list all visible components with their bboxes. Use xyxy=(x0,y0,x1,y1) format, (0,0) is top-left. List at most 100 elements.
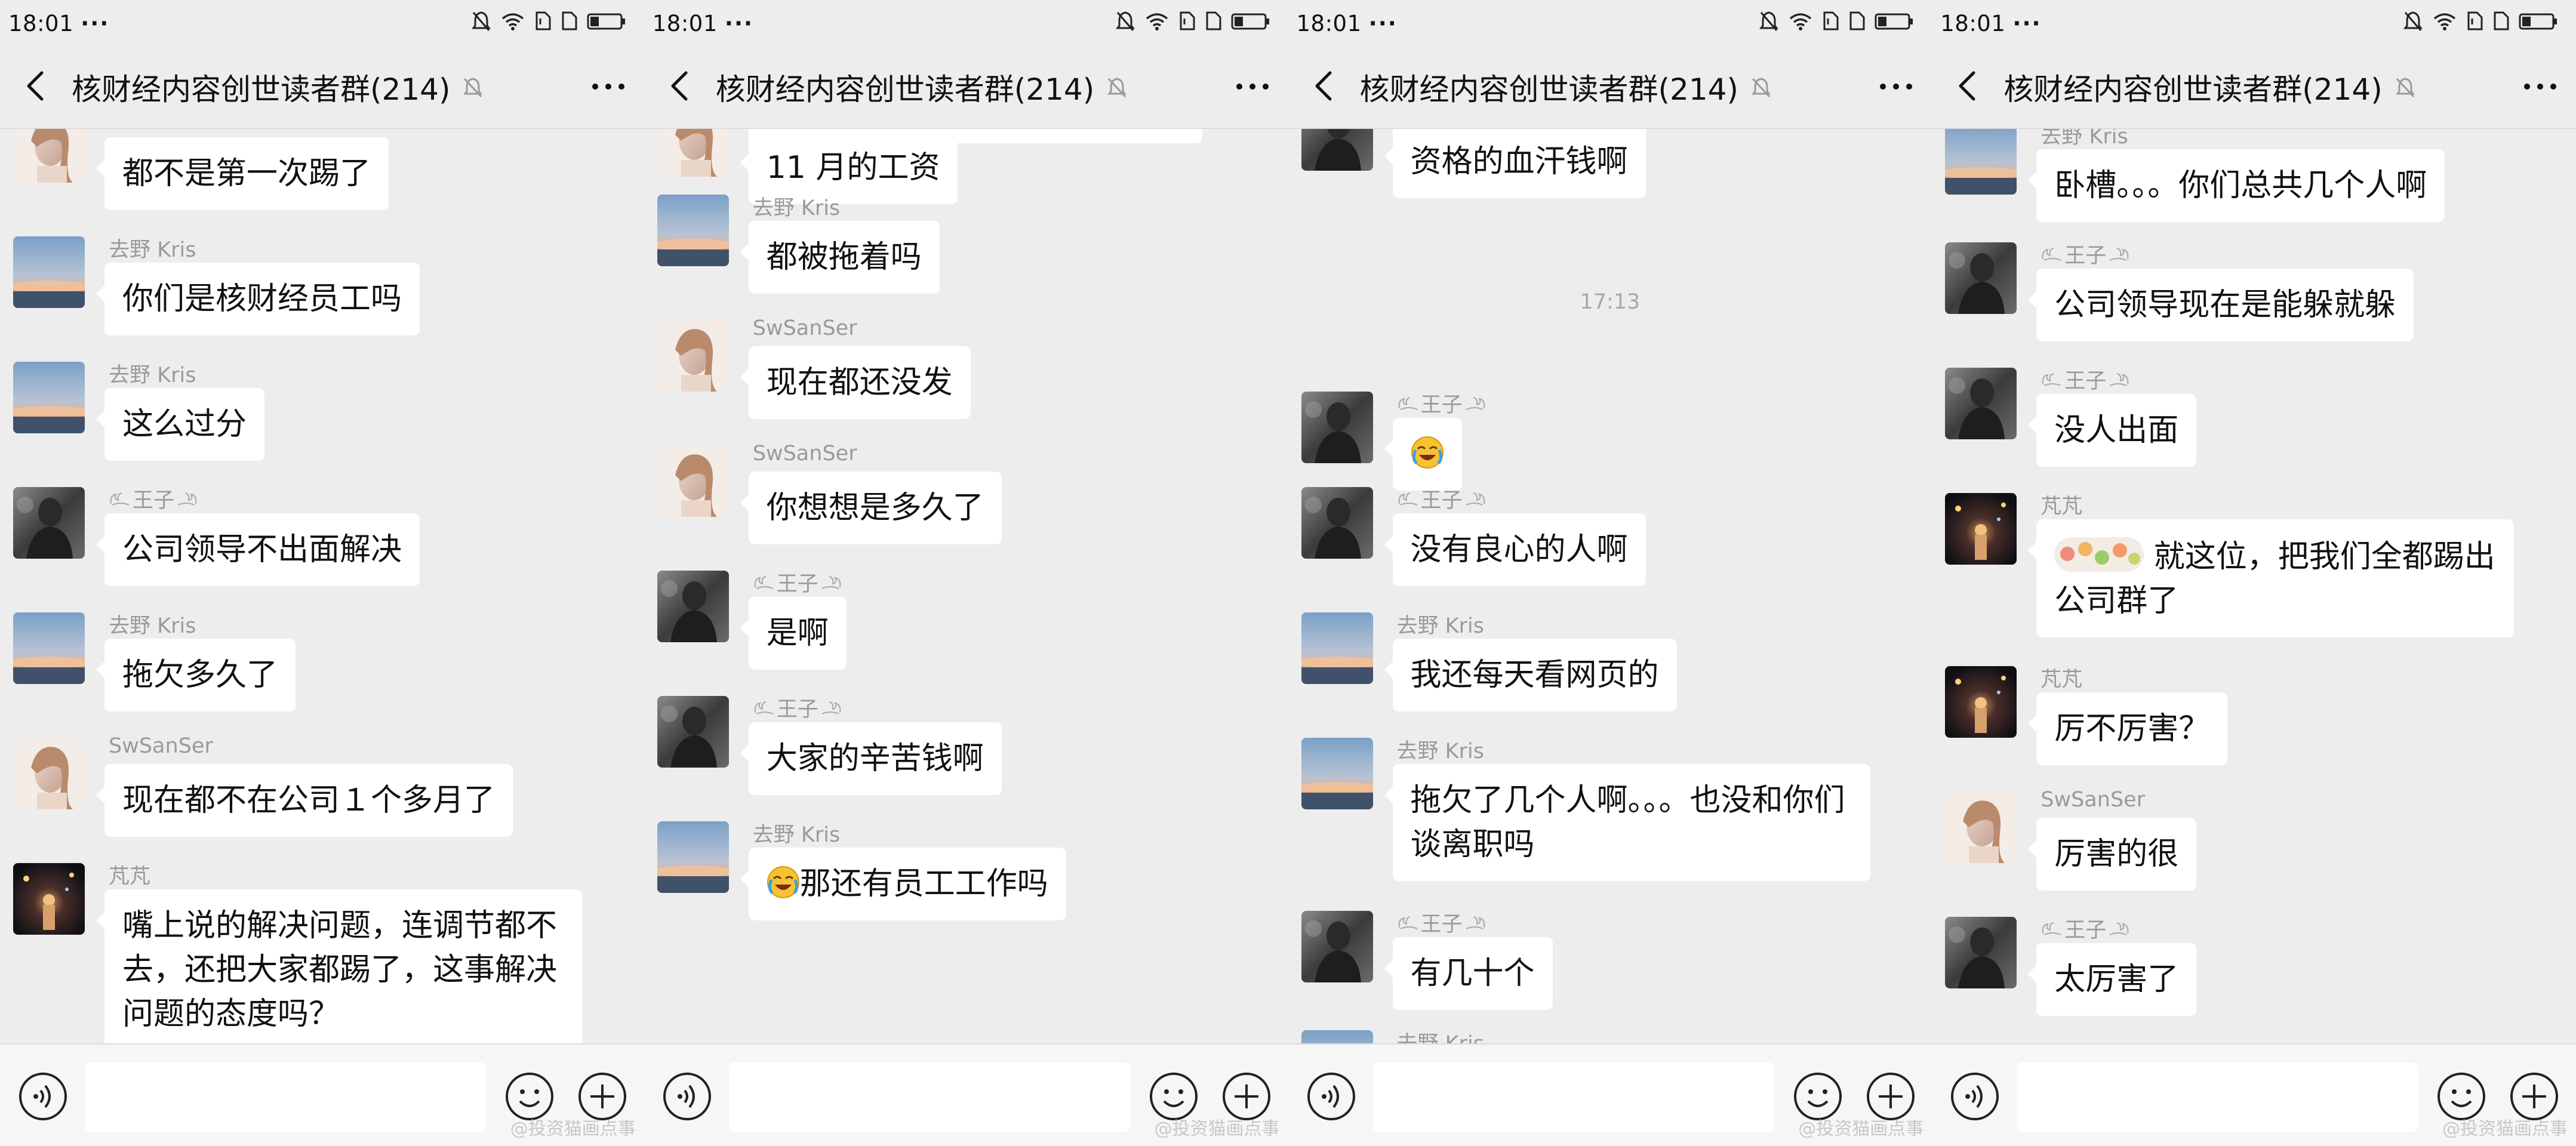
status-dots: ··· xyxy=(81,10,110,36)
message-bubble[interactable]: 是啊 xyxy=(740,597,847,670)
message-bubble[interactable]: 现在都不在公司１个多月了 xyxy=(96,764,513,837)
message-bubble[interactable]: 没人出面 xyxy=(2028,394,2197,467)
message-bubble[interactable]: 厉不厉害？ xyxy=(2028,692,2228,765)
sender-name: 王子 xyxy=(1397,483,1486,514)
message-bubble[interactable]: 拖欠多久了 xyxy=(96,639,296,711)
avatar[interactable] xyxy=(657,320,729,392)
message-text: 没有良心的人啊 xyxy=(1410,532,1628,568)
message-bubble[interactable]: 这么过分 xyxy=(96,388,265,461)
message-bubble[interactable]: 大家的辛苦钱啊 xyxy=(740,722,1002,795)
avatar[interactable] xyxy=(1945,129,2017,195)
message-bubble[interactable] xyxy=(1384,418,1462,491)
message-bubble[interactable]: 公司领导现在是能躲就躲 xyxy=(2028,269,2414,341)
avatar[interactable] xyxy=(1945,368,2017,439)
sender-name-text: 王子 xyxy=(1420,489,1463,513)
more-dots-icon xyxy=(1878,82,1914,93)
avatar[interactable] xyxy=(1301,612,1373,684)
message-bubble[interactable]: 就这位，把我们全都踢出公司群了 xyxy=(2028,519,2515,637)
avatar[interactable] xyxy=(657,129,729,177)
muted-bell-icon xyxy=(1749,75,1773,99)
message-text: 厉不厉害？ xyxy=(2054,711,2210,747)
voice-button[interactable] xyxy=(662,1071,712,1122)
message-input[interactable] xyxy=(1372,1062,1774,1132)
wifi-icon xyxy=(1789,11,1812,36)
message-input[interactable] xyxy=(728,1062,1130,1132)
avatar[interactable] xyxy=(1301,911,1373,982)
message-bubble[interactable]: 你想想是多久了 xyxy=(740,472,1002,544)
avatar[interactable] xyxy=(1945,493,2017,565)
voice-button[interactable] xyxy=(1306,1071,1356,1122)
message-bubble[interactable]: 太厉害了 xyxy=(2028,943,2197,1016)
avatar[interactable] xyxy=(657,696,729,768)
avatar[interactable] xyxy=(1945,791,2017,863)
voice-button[interactable] xyxy=(18,1071,68,1122)
more-button[interactable] xyxy=(1217,46,1288,128)
wifi-icon xyxy=(2433,11,2457,36)
message-bubble[interactable]: 都被拖着吗 xyxy=(740,221,940,294)
message-timestamp: 17:13 xyxy=(1580,290,1641,314)
back-button[interactable] xyxy=(1288,46,1360,128)
message-text: 嘴上说的解决问题，连调节都不去，还把大家都踢了，这事解决问题的态度吗？ xyxy=(122,908,558,1032)
avatar[interactable] xyxy=(13,738,85,809)
message-bubble[interactable]: 厉害的很 xyxy=(2028,818,2197,891)
avatar[interactable] xyxy=(13,236,85,308)
message-bubble[interactable]: 嘴上说的解决问题，连调节都不去，还把大家都踢了，这事解决问题的态度吗？ xyxy=(96,889,582,1045)
avatar[interactable] xyxy=(1301,738,1373,809)
avatar[interactable] xyxy=(657,821,729,893)
message-text: 都不是第一次踢了 xyxy=(122,156,371,192)
avatar[interactable] xyxy=(1301,129,1373,171)
message-text: 太厉害了 xyxy=(2054,962,2179,997)
sim-icon xyxy=(1822,10,1839,37)
more-button[interactable] xyxy=(1860,46,1932,128)
wifi-icon xyxy=(1145,11,1169,36)
avatar[interactable] xyxy=(1301,392,1373,463)
message-bubble[interactable]: 那还有员工工作吗 xyxy=(740,848,1066,920)
back-button[interactable] xyxy=(644,46,716,128)
clock: 18:01 xyxy=(8,10,74,36)
more-button[interactable] xyxy=(2504,46,2576,128)
status-dots: ··· xyxy=(724,10,754,36)
avatar[interactable] xyxy=(13,129,85,183)
message-bubble[interactable]: 都不是第一次踢了 xyxy=(96,137,389,210)
crying-laughing-icon xyxy=(767,865,800,899)
back-button[interactable] xyxy=(1932,46,2003,128)
chat-panel-1: 18:01 ··· 核财经内容创世读者群(214) 都不是第一次踢了 去野 Kris 你… xyxy=(0,0,644,1146)
watermark: @投资猫画点事 xyxy=(1798,1119,1924,1139)
back-button[interactable] xyxy=(0,46,72,128)
avatar[interactable] xyxy=(13,362,85,433)
message-input[interactable] xyxy=(85,1062,486,1132)
status-icons xyxy=(1759,10,1914,37)
voice-icon xyxy=(1950,1073,2000,1124)
avatar[interactable] xyxy=(657,195,729,266)
voice-button[interactable] xyxy=(1950,1071,2000,1122)
chat-panel-2: 18:01··· 核财经内容创世读者群(214) SwSanSer 11 月的工资去… xyxy=(644,0,1288,1146)
avatar[interactable] xyxy=(1945,242,2017,314)
sender-name-text: 王子 xyxy=(2064,919,2107,942)
chevron-left-icon xyxy=(1312,69,1336,105)
avatar[interactable] xyxy=(13,863,85,935)
message-bubble[interactable]: 有几十个 xyxy=(1384,937,1553,1010)
message-input[interactable] xyxy=(2017,1062,2418,1132)
message-text: 拖欠多久了 xyxy=(122,657,278,693)
avatar[interactable] xyxy=(1945,917,2017,988)
message-bubble[interactable]: 公司领导不出面解决 xyxy=(96,513,420,586)
avatar[interactable] xyxy=(13,612,85,684)
avatar[interactable] xyxy=(657,445,729,517)
message-bubble[interactable]: 卧槽。。。你们总共几个人啊 xyxy=(2028,149,2445,222)
avatar[interactable] xyxy=(1945,666,2017,738)
sender-name-text: 王子 xyxy=(776,698,818,722)
avatar[interactable] xyxy=(1301,1030,1373,1045)
muted-bell-icon xyxy=(1105,75,1129,99)
message-text: 这么过分 xyxy=(122,406,247,442)
chat-header: 核财经内容创世读者群(214) xyxy=(644,47,1288,129)
message-bubble[interactable]: 现在都还没发 xyxy=(740,346,971,419)
message-bubble[interactable]: 你们是核财经员工吗 xyxy=(96,263,420,335)
message-bubble[interactable]: 没有良心的人啊 xyxy=(1384,513,1646,586)
avatar[interactable] xyxy=(13,487,85,559)
avatar[interactable] xyxy=(657,571,729,642)
avatar[interactable] xyxy=(1301,487,1373,559)
message-bubble[interactable]: 拖欠了几个人啊。。。也没和你们谈离职吗 xyxy=(1384,764,1870,881)
message-bubble[interactable]: 我还每天看网页的 xyxy=(1384,639,1677,711)
message-bubble[interactable]: 资格的血汗钱啊 xyxy=(1384,129,1646,198)
more-button[interactable] xyxy=(573,46,644,128)
